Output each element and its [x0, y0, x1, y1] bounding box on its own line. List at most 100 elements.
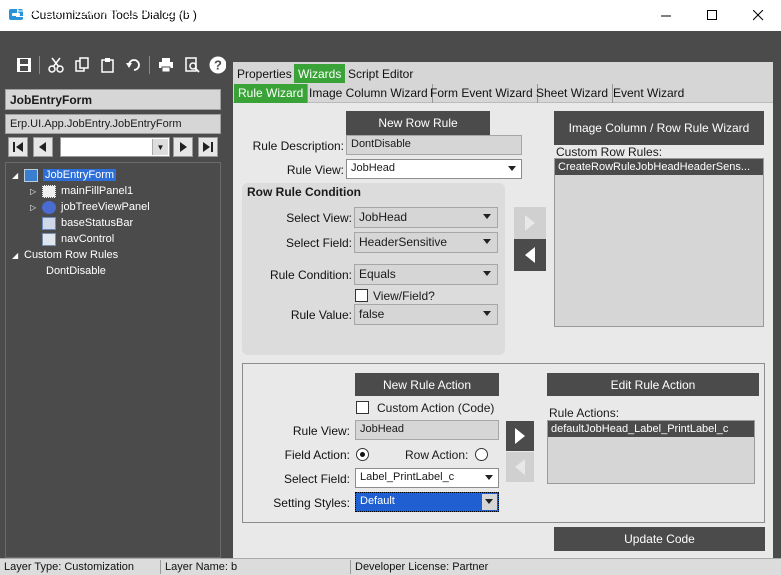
tree-node-mainfillpanel[interactable]: ▷ mainFillPanel1: [30, 183, 133, 199]
rule-condition-select[interactable]: Equals: [354, 264, 498, 285]
update-code-button[interactable]: Update Code: [554, 527, 765, 551]
undo-icon: [126, 59, 140, 71]
rule-actions-label: Rule Actions:: [549, 406, 620, 420]
list-item[interactable]: defaultJobHead_Label_PrintLabel_c: [548, 421, 754, 437]
custom-row-rules-list[interactable]: CreateRowRuleJobHeadHeaderSens...: [554, 158, 764, 327]
select-field-label: Select Field:: [285, 236, 352, 250]
view-field-checkbox[interactable]: [355, 289, 368, 302]
rule-value-select[interactable]: false: [354, 304, 498, 325]
add-action-button[interactable]: [506, 421, 534, 451]
chevron-down-icon: [508, 166, 516, 171]
minimize-button[interactable]: [643, 0, 689, 31]
chevron-down-icon: [483, 214, 491, 219]
menu-bar: [0, 31, 781, 53]
rule-view-select[interactable]: JobHead: [346, 159, 522, 179]
rule-view-label: Rule View:: [286, 163, 344, 177]
print-preview-button[interactable]: [181, 54, 203, 76]
nav-next-button[interactable]: [173, 137, 193, 157]
print-button[interactable]: [155, 54, 177, 76]
last-record-icon: [203, 142, 213, 152]
form-icon: [24, 168, 38, 182]
nav-last-button[interactable]: [198, 137, 218, 157]
custom-action-checkbox[interactable]: [356, 401, 369, 414]
rule-condition-label: Rule Condition:: [269, 268, 352, 282]
view-field-label: View/Field?: [373, 289, 435, 303]
action-rule-view-field[interactable]: JobHead: [355, 420, 499, 440]
custom-row-rules-label: Custom Row Rules:: [556, 145, 663, 159]
collapse-icon[interactable]: ◢: [12, 251, 22, 260]
tab-event-wizard[interactable]: Event Wizard: [609, 84, 688, 103]
edit-rule-action-button[interactable]: Edit Rule Action: [547, 373, 759, 396]
print-preview-icon: [185, 57, 200, 73]
tree-node-basestatusbar[interactable]: baseStatusBar: [30, 215, 133, 231]
cut-button[interactable]: [45, 54, 67, 76]
menu-tools[interactable]: Tools: [125, 3, 155, 18]
arrow-left-icon: [515, 459, 525, 475]
chevron-down-icon: [483, 311, 491, 316]
action-select-field-select[interactable]: Label_PrintLabel_c: [355, 468, 499, 488]
setting-styles-label: Setting Styles:: [273, 496, 350, 510]
chevron-down-icon: [483, 239, 491, 244]
chevron-down-icon: [485, 499, 493, 504]
maximize-icon: [706, 10, 717, 20]
tree-node-jobtreeviewpanel[interactable]: ▷ jobTreeViewPanel: [30, 199, 150, 215]
tree-panel-icon: [42, 200, 56, 214]
tree-node-rule[interactable]: DontDisable: [46, 263, 106, 279]
print-icon: [159, 58, 173, 73]
menu-help[interactable]: Help: [165, 3, 192, 18]
status-bar-icon: [42, 216, 56, 230]
close-button[interactable]: [735, 0, 781, 31]
row-rule-condition-title: Row Rule Condition: [247, 185, 361, 199]
dropdown-toggle[interactable]: [482, 494, 497, 510]
tab-wizards[interactable]: Wizards: [294, 64, 346, 83]
tab-image-column-wizard[interactable]: Image Column Wizard: [305, 84, 433, 103]
new-row-rule-button[interactable]: New Row Rule: [346, 111, 490, 135]
copy-button[interactable]: [71, 54, 93, 76]
menu-edit[interactable]: Edit: [45, 3, 67, 18]
rule-actions-list[interactable]: defaultJobHead_Label_PrintLabel_c: [547, 420, 755, 484]
field-action-radio[interactable]: [356, 448, 369, 461]
undo-button[interactable]: [123, 54, 145, 76]
new-rule-action-button[interactable]: New Rule Action: [355, 373, 499, 396]
toolbar-separator: [39, 56, 40, 74]
tree-node-custom-row-rules[interactable]: ◢ Custom Row Rules: [12, 247, 118, 263]
action-rule-view-label: Rule View:: [292, 424, 350, 438]
remove-rule-button[interactable]: [514, 239, 546, 271]
expand-icon[interactable]: ▷: [30, 187, 40, 196]
previous-record-icon: [39, 142, 46, 152]
collapse-icon[interactable]: ◢: [12, 171, 22, 180]
select-view-select[interactable]: JobHead: [354, 207, 498, 228]
row-action-label: Row Action:: [405, 448, 469, 462]
maximize-button[interactable]: [689, 0, 735, 31]
remove-action-button[interactable]: [506, 452, 534, 482]
paste-button[interactable]: [97, 54, 119, 76]
field-action-label: Field Action:: [284, 448, 350, 462]
image-column-row-rule-wizard-button[interactable]: Image Column / Row Rule Wizard: [554, 111, 764, 145]
nav-first-button[interactable]: [8, 137, 28, 157]
chevron-down-icon: ▼: [152, 139, 168, 155]
tab-script-editor[interactable]: Script Editor: [344, 64, 417, 83]
nav-control-icon: [42, 232, 56, 246]
expand-icon[interactable]: ▷: [30, 203, 40, 212]
select-field-select[interactable]: HeaderSensitive: [354, 232, 498, 253]
arrow-right-icon: [525, 215, 535, 231]
tree-node-root[interactable]: ◢ JobEntryForm: [12, 167, 117, 183]
tab-properties[interactable]: Properties: [233, 64, 296, 83]
menu-file[interactable]: File: [16, 3, 37, 18]
add-rule-button[interactable]: [514, 207, 546, 239]
status-license: Developer License: Partner: [355, 561, 489, 573]
paste-icon: [101, 58, 114, 73]
setting-styles-select[interactable]: Default: [355, 492, 499, 512]
custom-action-label: Custom Action (Code): [377, 401, 495, 415]
record-selector[interactable]: ▼: [60, 137, 170, 157]
tree-node-navcontrol[interactable]: navControl: [30, 231, 114, 247]
rule-description-field[interactable]: DontDisable: [346, 135, 522, 155]
list-item[interactable]: CreateRowRuleJobHeadHeaderSens...: [555, 159, 763, 175]
nav-previous-button[interactable]: [33, 137, 53, 157]
row-action-radio[interactable]: [475, 448, 488, 461]
tab-rule-wizard[interactable]: Rule Wizard: [234, 84, 309, 103]
save-button[interactable]: [13, 54, 35, 76]
tab-form-event-wizard[interactable]: Form Event Wizard: [426, 84, 538, 103]
menu-format[interactable]: Format: [76, 3, 117, 18]
tab-sheet-wizard[interactable]: Sheet Wizard: [532, 84, 614, 103]
